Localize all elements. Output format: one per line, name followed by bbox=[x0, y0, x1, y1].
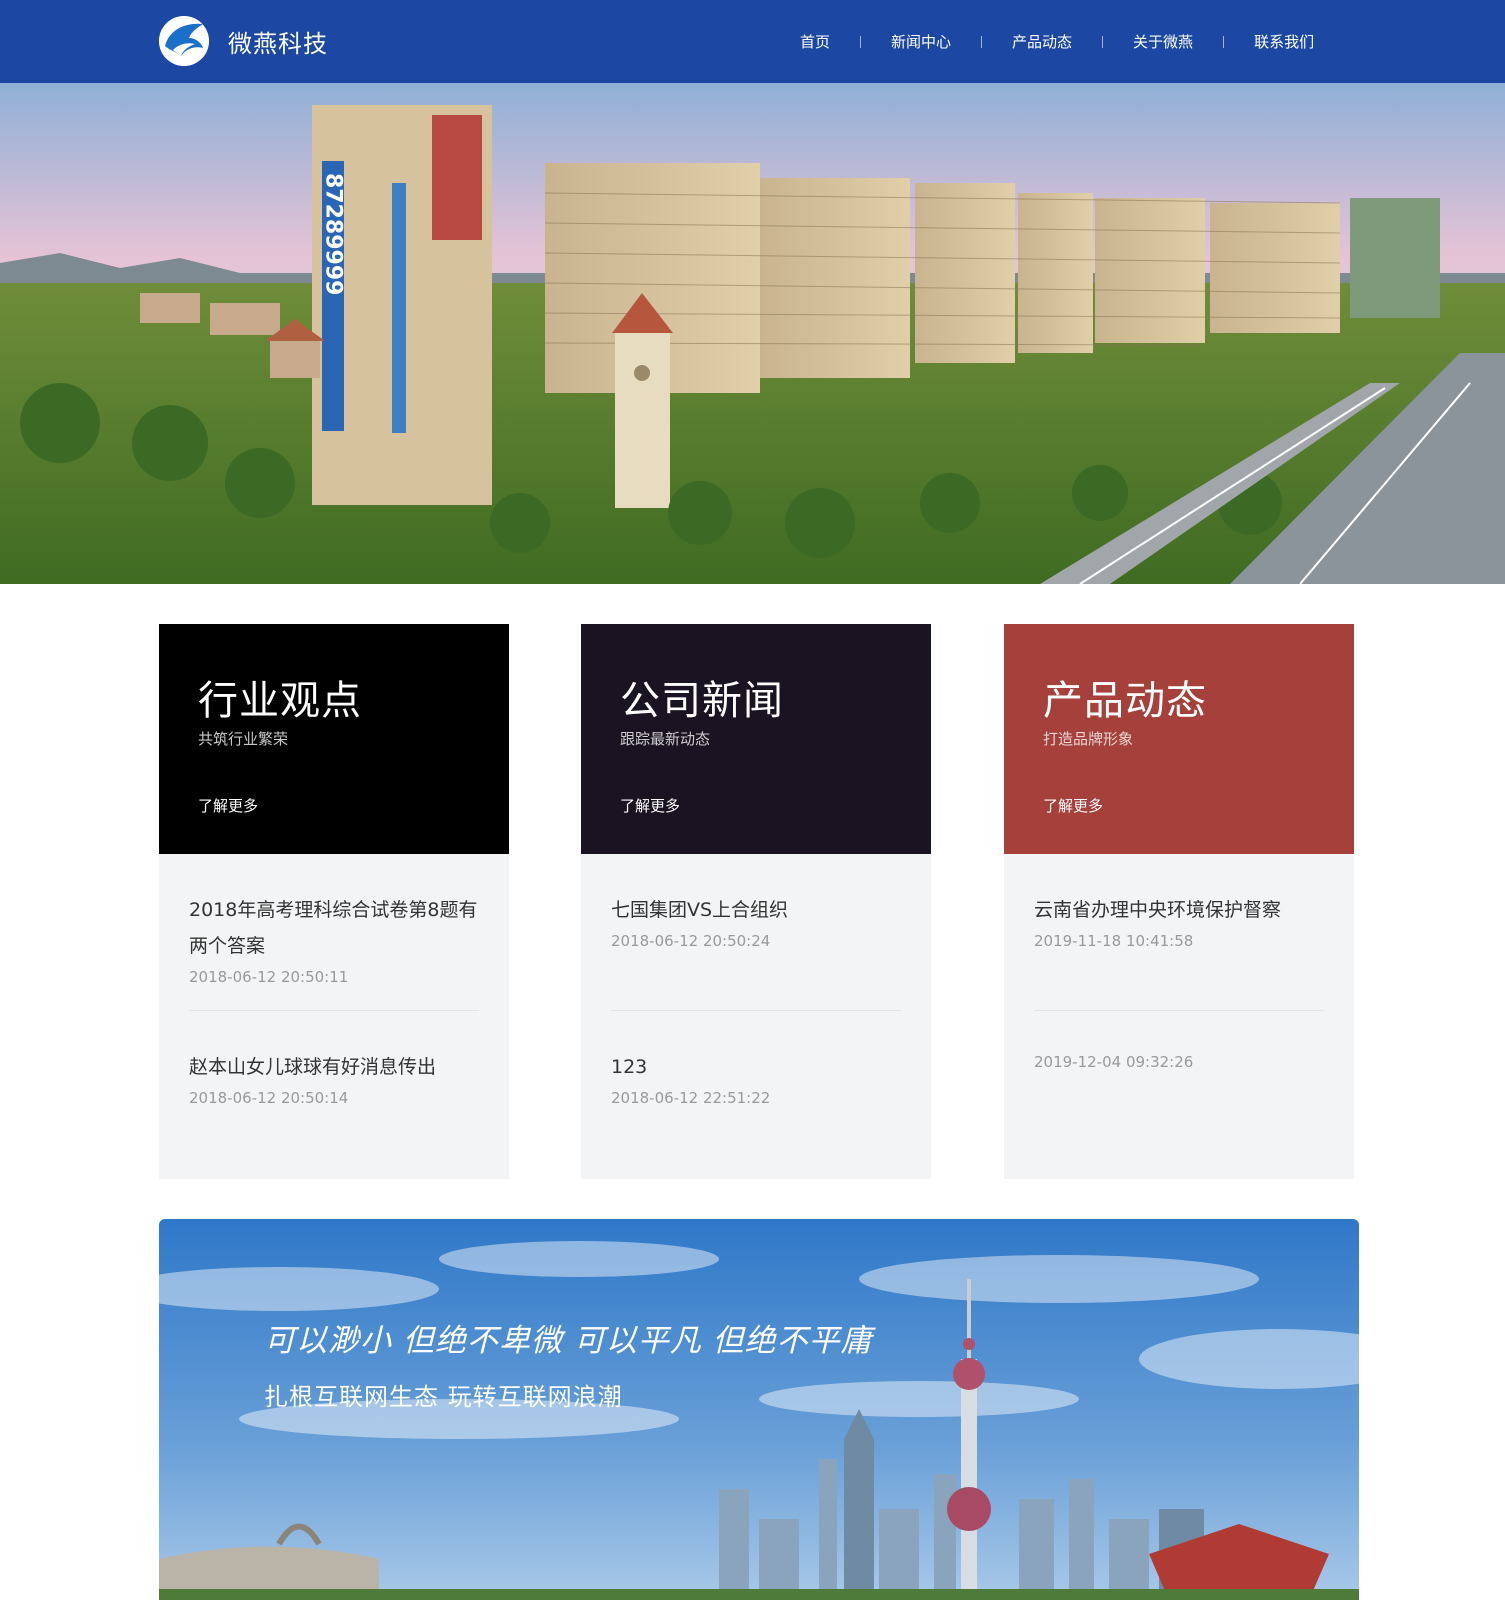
news-title[interactable]: 2018年高考理科综合试卷第8题有两个答案 bbox=[189, 892, 479, 964]
news-title[interactable]: 123 bbox=[611, 1049, 901, 1085]
nav-item-contact[interactable]: 联系我们 bbox=[1224, 30, 1344, 54]
nav-item-home[interactable]: 首页 bbox=[770, 30, 860, 54]
news-list: 云南省办理中央环境保护督察 2019-11-18 10:41:58 2019-1… bbox=[1004, 854, 1354, 1168]
main-nav: 首页 新闻中心 产品动态 关于微燕 联系我们 bbox=[770, 30, 1344, 54]
news-date: 2019-11-18 10:41:58 bbox=[1034, 932, 1194, 950]
news-date: 2019-12-04 09:32:26 bbox=[1034, 1053, 1194, 1071]
list-item[interactable]: 123 2018-06-12 22:51:22 bbox=[611, 1011, 901, 1168]
card-header: 公司新闻 跟踪最新动态 了解更多 bbox=[581, 624, 931, 854]
news-list: 2018年高考理科综合试卷第8题有两个答案 2018-06-12 20:50:1… bbox=[159, 854, 509, 1168]
card-subtitle: 打造品牌形象 bbox=[1043, 730, 1134, 748]
news-date: 2018-06-12 22:51:22 bbox=[611, 1089, 771, 1107]
news-date: 2018-06-12 20:50:14 bbox=[189, 1089, 349, 1107]
news-list: 七国集团VS上合组织 2018-06-12 20:50:24 123 2018-… bbox=[581, 854, 931, 1168]
site-header: 微燕科技 首页 新闻中心 产品动态 关于微燕 联系我们 bbox=[0, 0, 1505, 83]
card-header: 行业观点 共筑行业繁荣 了解更多 bbox=[159, 624, 509, 854]
card-subtitle: 跟踪最新动态 bbox=[620, 730, 711, 748]
news-title[interactable]: 赵本山女儿球球有好消息传出 bbox=[189, 1049, 479, 1085]
list-item[interactable]: 云南省办理中央环境保护督察 2019-11-18 10:41:58 bbox=[1034, 854, 1324, 1011]
nav-item-products[interactable]: 产品动态 bbox=[982, 30, 1102, 54]
banner-slogan-primary: 可以渺小 但绝不卑微 可以平凡 但绝不平庸 bbox=[264, 1323, 873, 1359]
banner-slogan-secondary: 扎根互联网生态 玩转互联网浪潮 bbox=[264, 1383, 623, 1411]
card-company-news: 公司新闻 跟踪最新动态 了解更多 七国集团VS上合组织 2018-06-12 2… bbox=[581, 624, 931, 1179]
news-title[interactable]: 云南省办理中央环境保护督察 bbox=[1034, 892, 1324, 928]
swallow-logo-icon[interactable] bbox=[159, 16, 209, 66]
card-header: 产品动态 打造品牌形象 了解更多 bbox=[1004, 624, 1354, 854]
hero-banner-image: 87289999 bbox=[0, 83, 1505, 584]
card-title: 公司新闻 bbox=[620, 678, 784, 724]
news-date: 2018-06-12 20:50:24 bbox=[611, 932, 771, 950]
card-product-updates: 产品动态 打造品牌形象 了解更多 云南省办理中央环境保护督察 2019-11-1… bbox=[1004, 624, 1354, 1179]
news-date: 2018-06-12 20:50:11 bbox=[189, 968, 349, 986]
nav-item-news[interactable]: 新闻中心 bbox=[861, 30, 981, 54]
nav-item-about[interactable]: 关于微燕 bbox=[1103, 30, 1223, 54]
card-title: 产品动态 bbox=[1043, 678, 1207, 724]
list-item[interactable]: 2019-12-04 09:32:26 bbox=[1034, 1011, 1324, 1168]
learn-more-link[interactable]: 了解更多 bbox=[620, 795, 680, 816]
billboard-number: 87289999 bbox=[321, 173, 346, 295]
list-item[interactable]: 七国集团VS上合组织 2018-06-12 20:50:24 bbox=[611, 854, 901, 1011]
card-title: 行业观点 bbox=[198, 678, 362, 724]
card-subtitle: 共筑行业繁荣 bbox=[198, 730, 289, 748]
list-item[interactable]: 赵本山女儿球球有好消息传出 2018-06-12 20:50:14 bbox=[189, 1011, 479, 1168]
card-industry-views: 行业观点 共筑行业繁荣 了解更多 2018年高考理科综合试卷第8题有两个答案 2… bbox=[159, 624, 509, 1179]
brand-name[interactable]: 微燕科技 bbox=[228, 24, 328, 59]
slogan-banner: 可以渺小 但绝不卑微 可以平凡 但绝不平庸 扎根互联网生态 玩转互联网浪潮 bbox=[159, 1219, 1359, 1600]
learn-more-link[interactable]: 了解更多 bbox=[198, 795, 258, 816]
list-item[interactable]: 2018年高考理科综合试卷第8题有两个答案 2018-06-12 20:50:1… bbox=[189, 854, 479, 1011]
learn-more-link[interactable]: 了解更多 bbox=[1043, 795, 1103, 816]
news-title[interactable]: 七国集团VS上合组织 bbox=[611, 892, 901, 928]
